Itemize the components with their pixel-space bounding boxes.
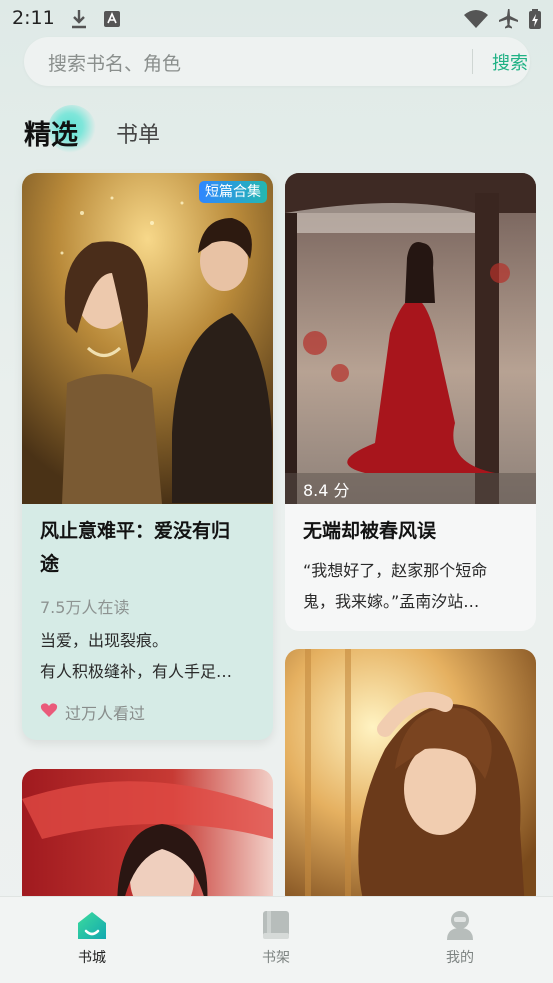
- tab-booklist[interactable]: 书单: [116, 117, 160, 149]
- nav-item-profile[interactable]: 我的: [400, 897, 520, 983]
- tab-featured[interactable]: 精选: [24, 113, 78, 152]
- nav-label: 我的: [446, 950, 474, 966]
- search-input[interactable]: 搜索书名、角色: [48, 49, 181, 76]
- rating-score: 8.4 分: [303, 481, 350, 500]
- book-card[interactable]: 8.4 分 无端却被春风误 “我想好了，赵家那个短命 鬼，我来嫁。”孟南汐站…: [285, 173, 536, 631]
- book-cover-image: [285, 173, 536, 504]
- book-description: 当爱，出现裂痕。 有人积极缝补，有人手足…: [40, 625, 232, 687]
- battery-charging-icon: [529, 9, 541, 29]
- book-icon: [263, 911, 289, 939]
- description-line: “我想好了，赵家那个短命: [303, 561, 488, 580]
- book-cover-image: [22, 769, 273, 909]
- profile-icon: [447, 911, 473, 940]
- status-bar: 2:11: [0, 0, 553, 36]
- book-card[interactable]: 短篇合集 风止意难平：爱没有归 途 7.5万人在读 当爱，出现裂痕。 有人积极缝…: [22, 173, 273, 740]
- download-icon: [72, 10, 86, 29]
- nav-item-bookshelf[interactable]: 书架: [216, 897, 336, 983]
- airplane-mode-icon: [499, 9, 518, 29]
- book-card[interactable]: [22, 769, 273, 909]
- nav-label: 书城: [78, 950, 106, 966]
- search-divider: [472, 49, 473, 74]
- book-title-line: 风止意难平：爱没有归: [40, 520, 231, 542]
- heart-icon: [40, 703, 58, 717]
- popularity-tag: 过万人看过: [65, 704, 146, 723]
- search-bar[interactable]: 搜索书名、角色 搜索: [24, 37, 530, 86]
- status-time: 2:11: [12, 7, 55, 29]
- bottom-navigation: 书城 书架 我的: [0, 896, 553, 983]
- wifi-icon: [464, 10, 488, 28]
- description-line: 鬼，我来嫁。”孟南汐站…: [303, 592, 480, 611]
- nav-item-bookstore[interactable]: 书城: [32, 897, 152, 983]
- book-title: 无端却被春风误: [303, 520, 437, 542]
- book-cover-image: [22, 173, 273, 504]
- book-cover-image: [285, 649, 536, 909]
- book-title-line: 途: [40, 553, 60, 575]
- readers-count: 7.5万人在读: [40, 598, 130, 617]
- book-card[interactable]: [285, 649, 536, 909]
- description-line: 当爱，出现裂痕。: [40, 631, 169, 650]
- description-line: 有人积极缝补，有人手足…: [40, 662, 233, 681]
- book-description: “我想好了，赵家那个短命 鬼，我来嫁。”孟南汐站…: [303, 555, 487, 617]
- home-icon: [78, 912, 106, 939]
- book-title: 风止意难平：爱没有归 途: [40, 515, 230, 581]
- collection-badge: 短篇合集: [199, 181, 267, 203]
- nav-label: 书架: [262, 950, 290, 966]
- notification-app-icon: [104, 11, 120, 27]
- search-button[interactable]: 搜索: [492, 49, 528, 75]
